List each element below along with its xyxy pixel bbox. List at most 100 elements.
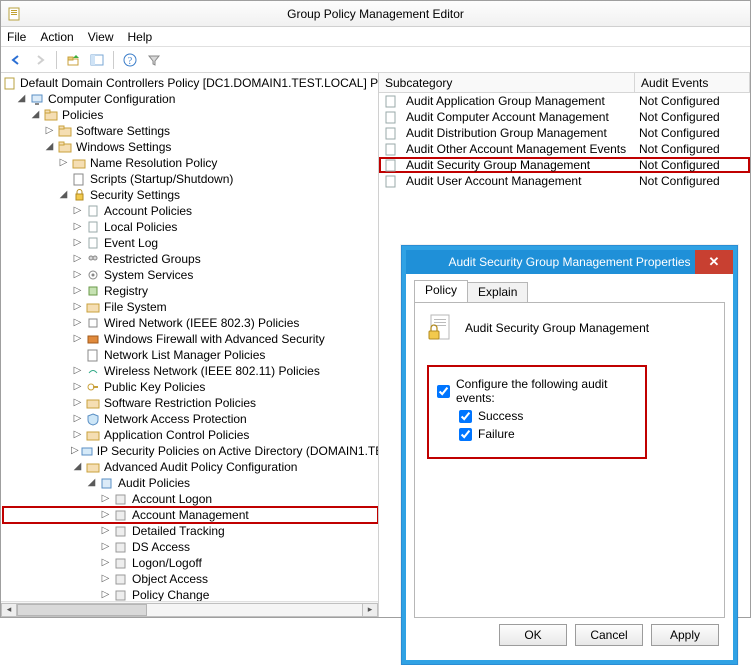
tree-item[interactable]: Detailed Tracking bbox=[132, 523, 225, 539]
success-checkbox[interactable]: Success bbox=[459, 409, 637, 423]
apply-button[interactable]: Apply bbox=[651, 624, 719, 646]
tree-item[interactable]: Account Logon bbox=[132, 491, 212, 507]
horizontal-scrollbar[interactable]: ◂ ▸ bbox=[1, 601, 378, 617]
tree-item[interactable]: Security Settings bbox=[90, 187, 180, 203]
tree-item[interactable]: Windows Firewall with Advanced Security bbox=[104, 331, 325, 347]
tree-item[interactable]: Name Resolution Policy bbox=[90, 155, 217, 171]
expand-icon[interactable]: ▷ bbox=[99, 509, 112, 522]
tree-item[interactable]: Object Access bbox=[132, 571, 208, 587]
policy-tree[interactable]: Default Domain Controllers Policy [DC1.D… bbox=[1, 73, 378, 601]
list-row-audit-security-group[interactable]: Audit Security Group ManagementNot Confi… bbox=[379, 157, 750, 173]
tree-item[interactable]: File System bbox=[104, 299, 167, 315]
cancel-button[interactable]: Cancel bbox=[575, 624, 643, 646]
filter-button[interactable] bbox=[143, 49, 165, 71]
expand-icon[interactable]: ▷ bbox=[71, 381, 84, 394]
success-input[interactable] bbox=[459, 410, 472, 423]
expand-icon[interactable]: ▷ bbox=[57, 157, 70, 170]
back-button[interactable] bbox=[5, 49, 27, 71]
tree-item[interactable]: Registry bbox=[104, 283, 148, 299]
expand-icon[interactable]: ▷ bbox=[71, 253, 84, 266]
collapse-icon[interactable]: ◢ bbox=[85, 477, 98, 490]
expand-icon[interactable]: ▷ bbox=[71, 365, 84, 378]
scroll-thumb[interactable] bbox=[17, 604, 147, 616]
expand-icon[interactable]: ▷ bbox=[71, 413, 84, 426]
tree-item[interactable]: Public Key Policies bbox=[104, 379, 205, 395]
failure-checkbox[interactable]: Failure bbox=[459, 427, 637, 441]
tab-policy[interactable]: Policy bbox=[414, 280, 468, 302]
tree-item[interactable]: Software Settings bbox=[76, 123, 170, 139]
scroll-right-button[interactable]: ▸ bbox=[362, 603, 378, 617]
tree-item[interactable]: Policies bbox=[62, 107, 103, 123]
tree-item[interactable]: Local Policies bbox=[104, 219, 177, 235]
close-button[interactable]: ✕ bbox=[695, 250, 733, 274]
expand-icon[interactable]: ▷ bbox=[71, 397, 84, 410]
list-row[interactable]: Audit Computer Account ManagementNot Con… bbox=[379, 109, 750, 125]
expand-icon[interactable]: ▷ bbox=[99, 557, 112, 570]
tree-item[interactable]: System Services bbox=[104, 267, 193, 283]
list-row[interactable]: Audit Other Account Management EventsNot… bbox=[379, 141, 750, 157]
expand-icon[interactable]: ▷ bbox=[71, 301, 84, 314]
collapse-icon[interactable]: ◢ bbox=[29, 109, 42, 122]
help-button[interactable]: ? bbox=[119, 49, 141, 71]
list-row[interactable]: Audit Distribution Group ManagementNot C… bbox=[379, 125, 750, 141]
expand-icon[interactable]: ▷ bbox=[71, 333, 84, 346]
expand-icon[interactable]: ▷ bbox=[71, 445, 79, 458]
scroll-track[interactable] bbox=[17, 603, 362, 617]
menu-view[interactable]: View bbox=[88, 30, 114, 44]
expand-icon[interactable]: ▷ bbox=[43, 125, 56, 138]
collapse-icon[interactable]: ◢ bbox=[43, 141, 56, 154]
list-row[interactable]: Audit Application Group ManagementNot Co… bbox=[379, 93, 750, 109]
expand-icon[interactable]: ▷ bbox=[71, 285, 84, 298]
column-audit-events[interactable]: Audit Events bbox=[635, 73, 750, 92]
tree-item[interactable]: Event Log bbox=[104, 235, 158, 251]
menu-file[interactable]: File bbox=[7, 30, 26, 44]
tree-item[interactable]: Audit Policies bbox=[118, 475, 190, 491]
dialog-titlebar[interactable]: Audit Security Group Management Properti… bbox=[406, 250, 733, 274]
collapse-icon[interactable]: ◢ bbox=[57, 189, 70, 202]
collapse-icon[interactable]: ◢ bbox=[71, 461, 84, 474]
ok-button[interactable]: OK bbox=[499, 624, 567, 646]
collapse-icon[interactable]: ◢ bbox=[15, 93, 28, 106]
expand-icon[interactable]: ▷ bbox=[99, 541, 112, 554]
expand-icon[interactable]: ▷ bbox=[71, 237, 84, 250]
tree-item[interactable]: Windows Settings bbox=[76, 139, 171, 155]
tree-item[interactable]: Wireless Network (IEEE 802.11) Policies bbox=[104, 363, 320, 379]
expand-icon[interactable]: ▷ bbox=[71, 429, 84, 442]
expand-icon[interactable]: ▷ bbox=[99, 589, 112, 602]
tree-item[interactable]: Computer Configuration bbox=[48, 91, 175, 107]
tree-item[interactable]: Application Control Policies bbox=[104, 427, 249, 443]
up-button[interactable] bbox=[62, 49, 84, 71]
configure-events-input[interactable] bbox=[437, 385, 450, 398]
expand-icon[interactable]: ▷ bbox=[71, 221, 84, 234]
forward-button[interactable] bbox=[29, 49, 51, 71]
tree-root[interactable]: Default Domain Controllers Policy [DC1.D… bbox=[20, 75, 378, 91]
tree-item[interactable]: Advanced Audit Policy Configuration bbox=[104, 459, 297, 475]
tab-explain[interactable]: Explain bbox=[467, 282, 528, 302]
expand-icon[interactable]: ▷ bbox=[71, 317, 84, 330]
tree-item[interactable]: Software Restriction Policies bbox=[104, 395, 256, 411]
expand-icon[interactable]: ▷ bbox=[71, 205, 84, 218]
tree-item[interactable]: DS Access bbox=[132, 539, 190, 555]
expand-icon[interactable]: ▷ bbox=[71, 269, 84, 282]
tree-item[interactable]: Scripts (Startup/Shutdown) bbox=[90, 171, 233, 187]
show-hide-tree-button[interactable] bbox=[86, 49, 108, 71]
tree-item[interactable]: Network List Manager Policies bbox=[104, 347, 265, 363]
failure-input[interactable] bbox=[459, 428, 472, 441]
tree-item[interactable]: Restricted Groups bbox=[104, 251, 201, 267]
expand-icon[interactable]: ▷ bbox=[99, 573, 112, 586]
menu-action[interactable]: Action bbox=[40, 30, 73, 44]
tree-item[interactable]: Wired Network (IEEE 802.3) Policies bbox=[104, 315, 299, 331]
configure-events-checkbox[interactable]: Configure the following audit events: bbox=[437, 377, 637, 405]
column-subcategory[interactable]: Subcategory bbox=[379, 73, 635, 92]
expand-icon[interactable]: ▷ bbox=[99, 493, 112, 506]
tree-item[interactable]: Network Access Protection bbox=[104, 411, 247, 427]
tree-item[interactable]: Account Policies bbox=[104, 203, 192, 219]
scroll-left-button[interactable]: ◂ bbox=[1, 603, 17, 617]
expand-icon[interactable]: ▷ bbox=[99, 525, 112, 538]
tree-item[interactable]: Policy Change bbox=[132, 587, 209, 601]
list-row[interactable]: Audit User Account ManagementNot Configu… bbox=[379, 173, 750, 189]
tree-item[interactable]: IP Security Policies on Active Directory… bbox=[97, 443, 378, 459]
menu-help[interactable]: Help bbox=[128, 30, 153, 44]
tree-item[interactable]: Logon/Logoff bbox=[132, 555, 202, 571]
tree-item-account-management[interactable]: Account Management bbox=[132, 507, 249, 523]
